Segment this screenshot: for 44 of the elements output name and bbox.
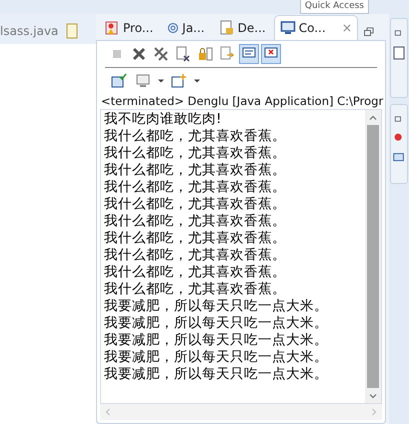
document-arrow-icon xyxy=(219,46,235,62)
lock-icon xyxy=(197,46,213,62)
console-line: 我什么都吃，尤其喜欢香蕉。 xyxy=(104,162,287,179)
new-window-icon xyxy=(171,73,187,89)
monitor-icon xyxy=(280,20,296,36)
toolbar-button[interactable] xyxy=(261,44,281,64)
console-line: 我什么都吃，尤其喜欢香蕉。 xyxy=(104,281,287,298)
chevron-left-icon xyxy=(104,408,112,416)
document-icon xyxy=(218,20,235,36)
close-icon xyxy=(342,23,352,33)
horizontal-scrollbar[interactable] xyxy=(100,404,382,420)
console-line: 我要减肥，所以每天只吃一点大米。 xyxy=(104,349,329,366)
chevron-up-icon xyxy=(369,114,377,122)
toolbar-button[interactable] xyxy=(239,44,259,64)
monitor-icon xyxy=(135,73,151,89)
console-line: 我什么都吃，尤其喜欢香蕉。 xyxy=(104,213,287,230)
console-line: 我什么都吃，尤其喜欢香蕉。 xyxy=(104,145,287,162)
caret-icon xyxy=(193,77,201,85)
console-line: 我什么都吃，尤其喜欢香蕉。 xyxy=(104,230,287,247)
quick-access-field[interactable]: Quick Access xyxy=(300,0,369,14)
chevron-right-icon xyxy=(370,408,378,416)
view-tab[interactable]: Pro... xyxy=(98,15,160,40)
java-file-icon xyxy=(64,23,80,39)
caret-icon xyxy=(157,77,165,85)
console-line: 我要减肥，所以每天只吃一点大米。 xyxy=(104,366,329,383)
view-tab[interactable]: De... xyxy=(212,15,272,40)
console-line: 我什么都吃，尤其喜欢香蕉。 xyxy=(104,264,287,281)
console-line: 我什么都吃，尤其喜欢香蕉。 xyxy=(104,247,287,264)
view-tab[interactable]: Ja... xyxy=(161,15,211,40)
double-x-icon xyxy=(153,46,169,62)
vertical-scrollbar[interactable] xyxy=(365,110,381,403)
console-line: 我什么都吃，尤其喜欢香蕉。 xyxy=(104,128,287,145)
view-tab[interactable]: Co... xyxy=(274,15,358,40)
console-line: 我要减肥，所以每天只吃一点大米。 xyxy=(104,315,329,332)
chevron-down-icon xyxy=(369,392,377,400)
console-line: 我不吃肉谁敢吃肉! xyxy=(104,111,222,128)
window-check-icon xyxy=(111,73,127,89)
console-line: 我要减肥，所以每天只吃一点大米。 xyxy=(104,298,329,315)
clear-document-icon xyxy=(175,46,191,62)
console-line: 我什么都吃，尤其喜欢香蕉。 xyxy=(104,179,287,196)
console-header: <terminated> Denglu [Java Application] C:\Progr xyxy=(100,94,384,109)
console-line: 我什么都吃，尤其喜欢香蕉。 xyxy=(104,196,287,213)
x-icon xyxy=(131,46,147,62)
console-line: 我要减肥，所以每天只吃一点大米。 xyxy=(104,332,329,349)
